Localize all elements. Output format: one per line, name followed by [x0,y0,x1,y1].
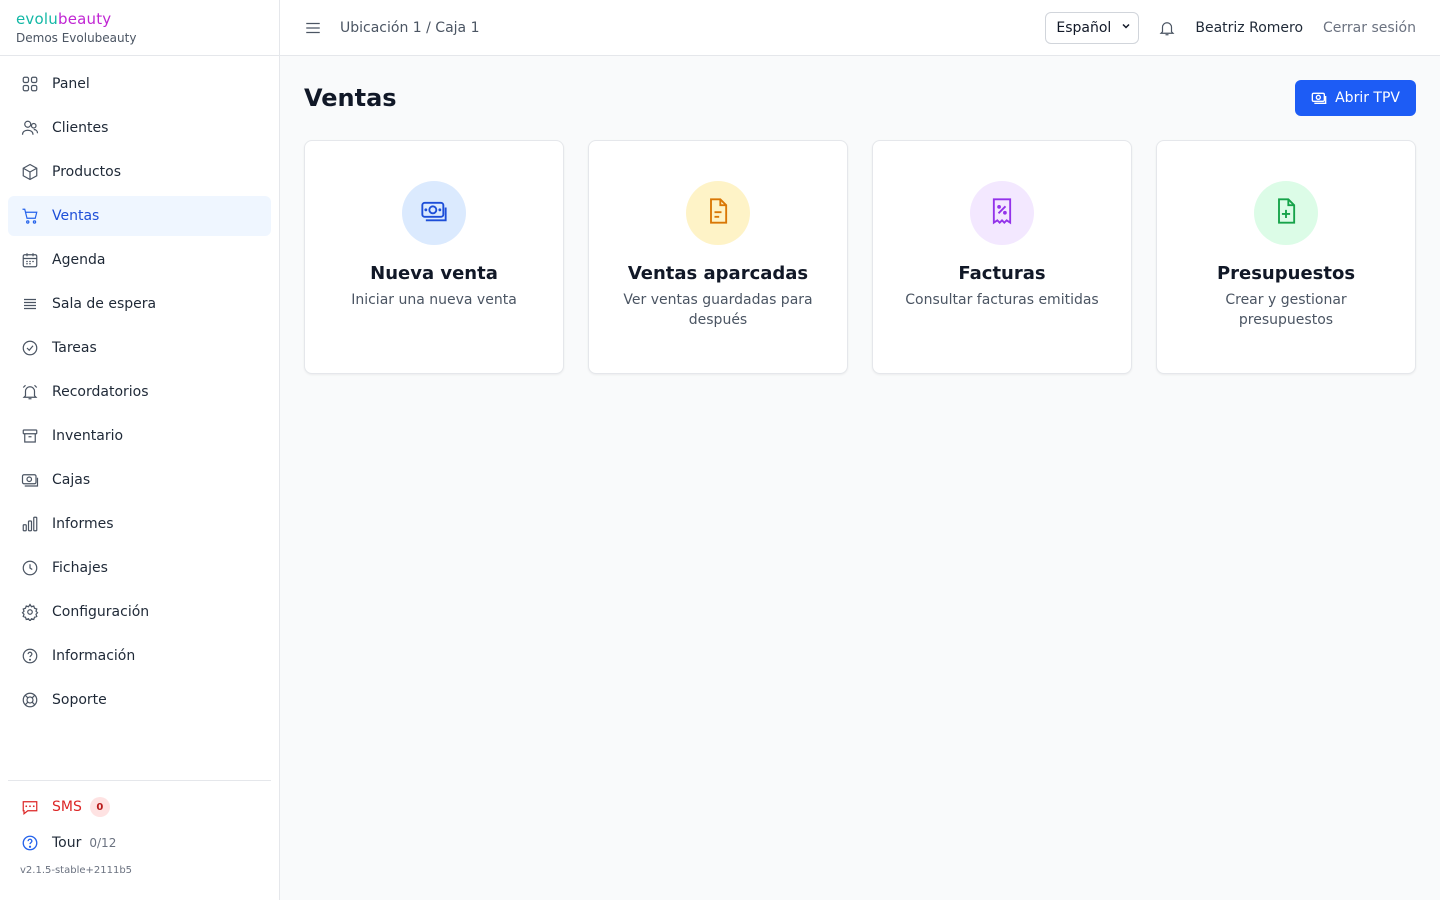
sidebar-item-label: Inventario [52,428,124,444]
logout-link[interactable]: Cerrar sesión [1323,20,1416,36]
card-description: Iniciar una nueva venta [351,292,517,308]
logo-part-2: beauty [57,10,112,28]
sms-link[interactable]: SMS 0 [8,793,271,821]
open-pos-label: Abrir TPV [1335,90,1400,106]
sidebar-item-soporte[interactable]: Soporte [8,680,271,720]
sidebar-item-sala-de-espera[interactable]: Sala de espera [8,284,271,324]
sidebar-item-configuracion[interactable]: Configuración [8,592,271,632]
sidebar: evolubeauty Demos Evolubeauty Panel Clie… [0,0,280,900]
chevron-down-icon [1120,20,1132,36]
card-ventas-aparcadas[interactable]: Ventas aparcadas Ver ventas guardadas pa… [588,140,848,374]
sidebar-item-fichajes[interactable]: Fichajes [8,548,271,588]
help-circle-icon [20,646,40,666]
card-nueva-venta[interactable]: Nueva venta Iniciar una nueva venta [304,140,564,374]
sidebar-item-tareas[interactable]: Tareas [8,328,271,368]
logo-part-1: evolu [16,10,58,28]
language-select-value: Español [1056,19,1112,36]
sidebar-item-label: Cajas [52,472,91,488]
sidebar-nav: Panel Clientes Productos Ventas Agenda S… [0,56,279,720]
sidebar-item-cajas[interactable]: Cajas [8,460,271,500]
top-bar: Ubicación 1 / Caja 1 Español Beatriz Rom… [280,0,1440,56]
sidebar-item-label: Información [52,648,136,664]
sidebar-item-clientes[interactable]: Clientes [8,108,271,148]
card-title: Nueva venta [370,263,498,284]
card-icon-circle [970,181,1034,245]
language-select[interactable]: Español [1045,11,1140,44]
main-content: Ventas Abrir TPV Nueva venta Iniciar una… [304,56,1416,374]
open-pos-button[interactable]: Abrir TPV [1295,80,1416,116]
menu-icon[interactable] [304,19,322,37]
sidebar-item-productos[interactable]: Productos [8,152,271,192]
tour-link[interactable]: Tour 0/12 [8,829,271,857]
organization-name: Demos Evolubeauty [16,31,137,45]
clock-icon [20,558,40,578]
alarm-icon [20,382,40,402]
sidebar-item-label: Recordatorios [52,384,149,400]
sidebar-item-label: Clientes [52,120,109,136]
cash-icon [1311,90,1327,106]
app-version: v2.1.5-stable+2111b5 [20,865,133,876]
bell-icon[interactable] [1157,18,1177,38]
sidebar-footer: SMS 0 Tour 0/12 v2.1.5-stable+2111b5 [8,780,271,876]
page-header: Ventas Abrir TPV [304,56,1416,140]
card-title: Ventas aparcadas [627,263,809,284]
card-icon-circle [402,181,466,245]
sidebar-item-ventas[interactable]: Ventas [8,196,271,236]
sidebar-item-label: Fichajes [52,560,108,576]
tour-progress: 0/12 [89,836,117,850]
breadcrumb: Ubicación 1 / Caja 1 [340,19,480,36]
card-description: Ver ventas guardadas para después [623,292,813,328]
user-name[interactable]: Beatriz Romero [1195,20,1303,36]
check-circle-icon [20,338,40,358]
cart-icon [20,206,40,226]
sms-count-badge: 0 [89,797,110,817]
bar-chart-icon [20,514,40,534]
card-title: Facturas [958,263,1046,284]
sidebar-item-label: Productos [52,164,122,180]
lifebuoy-icon [20,690,40,710]
page-title: Ventas [304,84,397,112]
cash-icon [420,197,448,229]
sidebar-item-label: Agenda [52,252,106,268]
calendar-icon [20,250,40,270]
sidebar-item-label: Sala de espera [52,296,157,312]
gear-icon [20,602,40,622]
list-icon [20,294,40,314]
sidebar-item-inventario[interactable]: Inventario [8,416,271,456]
card-presupuestos[interactable]: Presupuestos Crear y gestionar presupues… [1156,140,1416,374]
sidebar-item-agenda[interactable]: Agenda [8,240,271,280]
card-icon-circle [686,181,750,245]
brand: evolubeauty Demos Evolubeauty [0,0,279,56]
question-icon [20,833,40,853]
sidebar-item-recordatorios[interactable]: Recordatorios [8,372,271,412]
cash-icon [20,470,40,490]
grid-icon [20,74,40,94]
archive-icon [20,426,40,446]
sidebar-item-label: Configuración [52,604,150,620]
card-facturas[interactable]: Facturas Consultar facturas emitidas [872,140,1132,374]
document-icon [704,197,732,229]
logo[interactable]: evolubeauty [16,10,263,28]
header-actions: Español Beatriz Romero Cerrar sesión [1045,11,1416,44]
sidebar-item-panel[interactable]: Panel [8,64,271,104]
sidebar-item-informacion[interactable]: Información [8,636,271,676]
sales-options: Nueva venta Iniciar una nueva venta Vent… [304,140,1416,374]
card-description: Crear y gestionar presupuestos [1225,292,1347,328]
sidebar-item-label: Soporte [52,692,107,708]
chat-icon [20,797,40,817]
sidebar-item-informes[interactable]: Informes [8,504,271,544]
card-icon-circle [1254,181,1318,245]
card-title: Presupuestos [1216,263,1356,284]
users-icon [20,118,40,138]
document-plus-icon [1272,197,1300,229]
tour-label: Tour [52,835,82,851]
box-icon [20,162,40,182]
sidebar-item-label: Panel [52,76,90,92]
sidebar-item-label: Ventas [52,208,100,224]
receipt-percent-icon [988,197,1016,229]
sms-label: SMS [52,799,82,815]
card-description: Consultar facturas emitidas [905,292,1099,308]
sidebar-item-label: Informes [52,516,114,532]
sidebar-item-label: Tareas [52,340,97,356]
